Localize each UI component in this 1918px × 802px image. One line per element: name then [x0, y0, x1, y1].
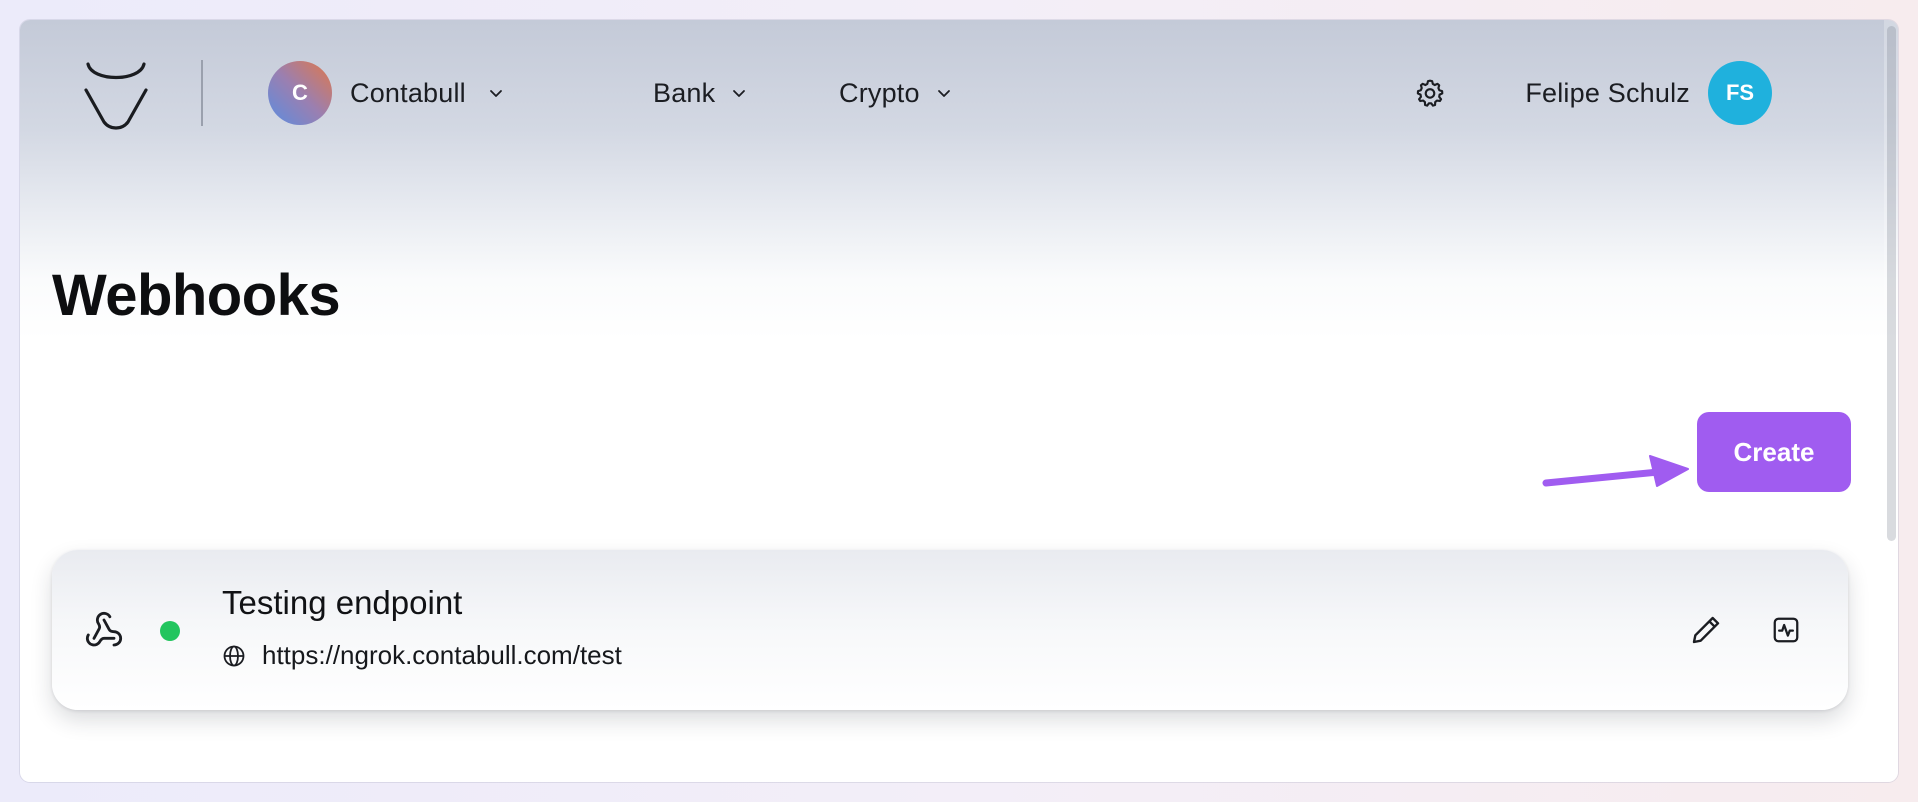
webhook-list-item[interactable]: Testing endpoint https://ngrok.contabull… — [52, 550, 1848, 710]
user-menu[interactable]: Felipe Schulz FS — [1525, 60, 1772, 126]
user-avatar: FS — [1708, 61, 1772, 125]
logo-icon[interactable] — [80, 60, 152, 130]
nav-menu-crypto-label: Crypto — [839, 77, 920, 108]
organization-switcher[interactable]: C Contabull — [268, 60, 504, 126]
chevron-down-icon — [937, 90, 950, 97]
edit-webhook-button[interactable] — [1686, 610, 1726, 650]
organization-name: Contabull — [350, 77, 466, 108]
status-active-indicator — [160, 621, 180, 641]
page-title: Webhooks — [52, 263, 341, 328]
nav-menu-bank[interactable]: Bank — [653, 60, 747, 126]
webhook-url: https://ngrok.contabull.com/test — [262, 640, 622, 670]
organization-avatar: C — [268, 61, 332, 125]
webhook-icon — [85, 611, 123, 647]
top-navbar: C Contabull Bank Crypto Felipe Schulz FS — [20, 20, 1880, 170]
settings-gear-icon[interactable] — [1414, 77, 1446, 109]
create-webhook-button[interactable]: Create — [1697, 412, 1851, 492]
nav-menu-bank-label: Bank — [653, 77, 716, 108]
chevron-down-icon — [489, 90, 502, 97]
globe-icon — [223, 645, 245, 666]
webhook-activity-button[interactable] — [1766, 610, 1806, 650]
chevron-down-icon — [733, 90, 746, 97]
annotation-arrow-icon — [1540, 449, 1695, 493]
scrollbar-thumb[interactable] — [1887, 26, 1896, 541]
nav-divider — [201, 60, 203, 126]
webhook-url-row: https://ngrok.contabull.com/test — [222, 640, 622, 671]
app-window: C Contabull Bank Crypto Felipe Schulz FS — [20, 20, 1898, 782]
nav-menu-crypto[interactable]: Crypto — [839, 60, 952, 126]
pencil-icon — [1692, 616, 1720, 644]
vertical-scrollbar[interactable] — [1884, 20, 1898, 782]
user-name: Felipe Schulz — [1525, 77, 1690, 108]
activity-icon — [1773, 617, 1799, 643]
webhook-name: Testing endpoint — [222, 584, 463, 621]
